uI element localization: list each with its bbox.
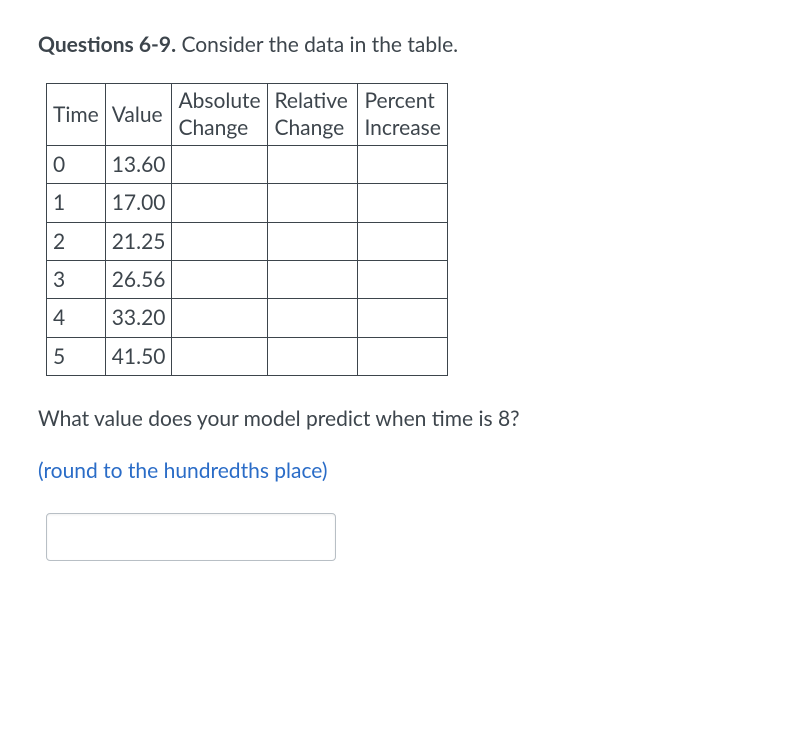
table-row: 2 21.25 — [47, 222, 448, 260]
cell-rel — [268, 261, 358, 299]
cell-abs — [172, 299, 268, 337]
cell-abs — [172, 184, 268, 222]
data-table: Time Value Absolute Change Relative Chan… — [46, 83, 448, 376]
question-text: What value does your model predict when … — [38, 404, 760, 433]
col-header-time: Time — [47, 84, 106, 146]
cell-rel — [268, 145, 358, 183]
question-heading-bold: Questions 6-9. — [38, 32, 176, 57]
cell-pct — [358, 261, 448, 299]
col-header-percent-increase: Percent Increase — [358, 84, 448, 146]
cell-value: 13.60 — [105, 145, 172, 183]
cell-abs — [172, 261, 268, 299]
cell-time: 3 — [47, 261, 106, 299]
cell-time: 0 — [47, 145, 106, 183]
cell-pct — [358, 337, 448, 375]
cell-value: 17.00 — [105, 184, 172, 222]
col-header-abs-l2: Change — [178, 115, 248, 140]
col-header-rel-l2: Change — [274, 115, 344, 140]
cell-value: 41.50 — [105, 337, 172, 375]
cell-time: 1 — [47, 184, 106, 222]
cell-pct — [358, 145, 448, 183]
col-header-pct-l1: Percent — [364, 88, 434, 113]
col-header-value: Value — [105, 84, 172, 146]
table-row: 0 13.60 — [47, 145, 448, 183]
col-header-relative-change: Relative Change — [268, 84, 358, 146]
cell-time: 2 — [47, 222, 106, 260]
col-header-pct-l2: Increase — [364, 115, 440, 140]
cell-pct — [358, 299, 448, 337]
cell-value: 26.56 — [105, 261, 172, 299]
instruction-text: (round to the hundredths place) — [38, 456, 760, 485]
cell-time: 5 — [47, 337, 106, 375]
instruction-close: ) — [322, 458, 328, 483]
table-row: 1 17.00 — [47, 184, 448, 222]
cell-value: 21.25 — [105, 222, 172, 260]
col-header-absolute-change: Absolute Change — [172, 84, 268, 146]
table-row: 5 41.50 — [47, 337, 448, 375]
cell-time: 4 — [47, 299, 106, 337]
cell-rel — [268, 337, 358, 375]
cell-rel — [268, 222, 358, 260]
cell-pct — [358, 222, 448, 260]
cell-pct — [358, 184, 448, 222]
col-header-abs-l1: Absolute — [178, 88, 260, 113]
table-row: 3 26.56 — [47, 261, 448, 299]
cell-rel — [268, 184, 358, 222]
cell-rel — [268, 299, 358, 337]
table-header-row: Time Value Absolute Change Relative Chan… — [47, 84, 448, 146]
cell-abs — [172, 337, 268, 375]
col-header-rel-l1: Relative — [274, 88, 347, 113]
cell-abs — [172, 145, 268, 183]
table-row: 4 33.20 — [47, 299, 448, 337]
cell-abs — [172, 222, 268, 260]
cell-value: 33.20 — [105, 299, 172, 337]
instruction-main: round to the hundredths place — [43, 458, 321, 483]
answer-input[interactable] — [46, 513, 336, 561]
question-heading-rest: Consider the data in the table. — [176, 32, 458, 57]
question-heading: Questions 6-9. Consider the data in the … — [38, 30, 760, 59]
